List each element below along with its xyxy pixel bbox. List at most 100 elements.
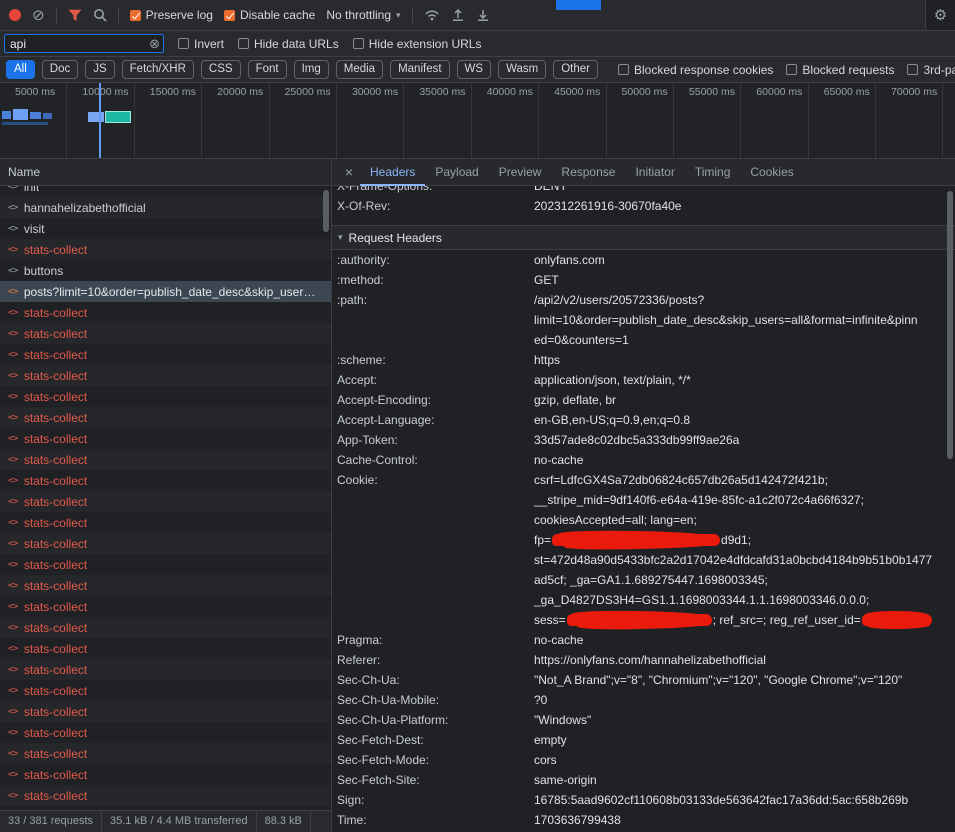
timeline-grid: 5000 ms10000 ms15000 ms20000 ms25000 ms3… [0, 83, 955, 158]
timeline-label: 40000 ms [487, 86, 538, 98]
request-row[interactable]: <>stats-collect [0, 449, 331, 470]
request-row[interactable]: <>visit [0, 218, 331, 239]
type-filter-other[interactable]: Other [553, 60, 598, 79]
type-filter-js[interactable]: JS [85, 60, 114, 79]
request-row[interactable]: <>stats-collect [0, 386, 331, 407]
header-value: /api2/v2/users/20572336/posts?limit=10&o… [534, 290, 955, 350]
request-row[interactable]: <>stats-collect [0, 365, 331, 386]
header-value: csrf=LdfcGX4Sa72db06824c657db26a5d142472… [534, 470, 955, 630]
throttling-select[interactable]: No throttling ▾ [326, 8, 400, 22]
third-party-requests-checkbox[interactable]: 3rd-party requests [907, 63, 955, 77]
request-list-scrollbar[interactable] [321, 187, 331, 810]
scrollbar-thumb[interactable] [947, 191, 953, 459]
column-header-name[interactable]: Name [0, 159, 331, 186]
request-row[interactable]: <>buttons [0, 260, 331, 281]
request-row[interactable]: <>stats-collect [0, 722, 331, 743]
request-row[interactable]: <>stats-collect [0, 659, 331, 680]
type-filter-fetch-xhr[interactable]: Fetch/XHR [122, 60, 194, 79]
request-row[interactable]: <>hannahelizabethofficial [0, 197, 331, 218]
close-icon[interactable]: × [338, 164, 360, 180]
request-type-filter-bar: All Doc JS Fetch/XHR CSS Font Img Media Manifest… [0, 57, 955, 83]
request-row[interactable]: <>stats-collect [0, 512, 331, 533]
clear-network-log-button[interactable]: ⊘ [32, 8, 45, 23]
filter-input[interactable]: ⊗ [4, 34, 164, 53]
type-filter-media[interactable]: Media [336, 60, 383, 79]
type-filter-css[interactable]: CSS [201, 60, 241, 79]
request-row[interactable]: <>stats-collect [0, 323, 331, 344]
blocked-response-cookies-checkbox[interactable]: Blocked response cookies [618, 63, 773, 77]
requests-count: 33 / 381 requests [0, 811, 102, 832]
type-filter-wasm[interactable]: Wasm [498, 60, 546, 79]
header-name: Sec-Fetch-Site: [337, 770, 534, 790]
request-row[interactable]: <>stats-collect [0, 554, 331, 575]
request-row[interactable]: <>stats-collect [0, 638, 331, 659]
request-row[interactable]: <>posts?limit=10&order=publish_date_desc… [0, 281, 331, 302]
search-button[interactable] [93, 8, 107, 22]
request-row[interactable]: <>stats-collect [0, 239, 331, 260]
hide-data-urls-checkbox[interactable]: Hide data URLs [238, 37, 339, 51]
request-row[interactable]: <>stats-collect [0, 764, 331, 785]
filter-text-input[interactable] [8, 37, 149, 51]
code-file-icon: <> [8, 266, 18, 276]
tab-cookies[interactable]: Cookies [740, 159, 803, 186]
tab-response[interactable]: Response [551, 159, 625, 186]
import-har-button[interactable] [451, 8, 465, 22]
type-filter-doc[interactable]: Doc [42, 60, 78, 79]
type-filter-ws[interactable]: WS [457, 60, 492, 79]
code-file-icon: <> [8, 224, 18, 234]
request-row[interactable]: <>stats-collect [0, 491, 331, 512]
headers-scrollbar[interactable] [945, 186, 955, 832]
timeline-column: 50000 ms [607, 83, 674, 158]
blocked-requests-checkbox[interactable]: Blocked requests [786, 63, 894, 77]
request-row[interactable]: <>stats-collect [0, 680, 331, 701]
tab-initiator[interactable]: Initiator [625, 159, 684, 186]
request-row[interactable]: <>stats-collect [0, 302, 331, 323]
settings-button[interactable]: ⚙ [925, 0, 955, 30]
type-filter-manifest[interactable]: Manifest [390, 60, 449, 79]
request-row[interactable]: <>stats-collect [0, 344, 331, 365]
request-row[interactable]: <>stats-collect [0, 575, 331, 596]
header-value: no-cache [534, 630, 955, 650]
request-headers-section-header[interactable]: ▾ Request Headers [332, 225, 955, 250]
header-name: :method: [337, 270, 534, 290]
request-row[interactable]: <>stats-collect [0, 470, 331, 491]
request-row[interactable]: <>stats-collect [0, 785, 331, 806]
network-overview-timeline[interactable]: 5000 ms10000 ms15000 ms20000 ms25000 ms3… [0, 83, 955, 159]
request-row[interactable]: <>stats-collect [0, 407, 331, 428]
tab-timing[interactable]: Timing [685, 159, 741, 186]
type-filter-font[interactable]: Font [248, 60, 287, 79]
request-name: stats-collect [24, 432, 87, 446]
preserve-log-checkbox[interactable]: Preserve log [130, 8, 213, 22]
request-row[interactable]: <>stats-collect [0, 743, 331, 764]
code-file-icon: <> [8, 518, 18, 528]
disable-cache-checkbox[interactable]: Disable cache [224, 8, 315, 22]
timeline-activity-bar [88, 112, 104, 122]
checkbox-unchecked-icon [786, 64, 797, 75]
tab-headers[interactable]: Headers [360, 159, 425, 186]
export-har-button[interactable] [476, 8, 490, 22]
network-conditions-button[interactable] [424, 9, 440, 21]
request-row[interactable]: <>stats-collect [0, 533, 331, 554]
header-name: :path: [337, 290, 534, 310]
request-row[interactable]: <>stats-collect [0, 617, 331, 638]
request-row[interactable]: <>stats-collect [0, 596, 331, 617]
request-row[interactable]: <>stats-collect [0, 428, 331, 449]
request-row[interactable]: <>init [0, 186, 331, 197]
request-row[interactable]: <>stats-collect [0, 701, 331, 722]
code-file-icon: <> [8, 455, 18, 465]
scrollbar-thumb[interactable] [323, 190, 329, 232]
type-filter-img[interactable]: Img [294, 60, 329, 79]
tab-payload[interactable]: Payload [425, 159, 488, 186]
invert-checkbox[interactable]: Invert [178, 37, 224, 51]
record-button[interactable] [9, 9, 21, 21]
type-filter-all[interactable]: All [6, 60, 35, 79]
request-name: stats-collect [24, 789, 87, 803]
header-row: Accept-Language:en-GB,en-US;q=0.9,en;q=0… [332, 410, 955, 430]
filter-toggle-button[interactable] [68, 9, 82, 22]
hide-extension-urls-checkbox[interactable]: Hide extension URLs [353, 37, 482, 51]
request-row[interactable]: <>stats-collect [0, 806, 331, 810]
tab-preview[interactable]: Preview [489, 159, 552, 186]
code-file-icon: <> [8, 728, 18, 738]
clear-filter-icon[interactable]: ⊗ [149, 37, 160, 50]
header-row: Time:1703636799438 [332, 810, 955, 830]
